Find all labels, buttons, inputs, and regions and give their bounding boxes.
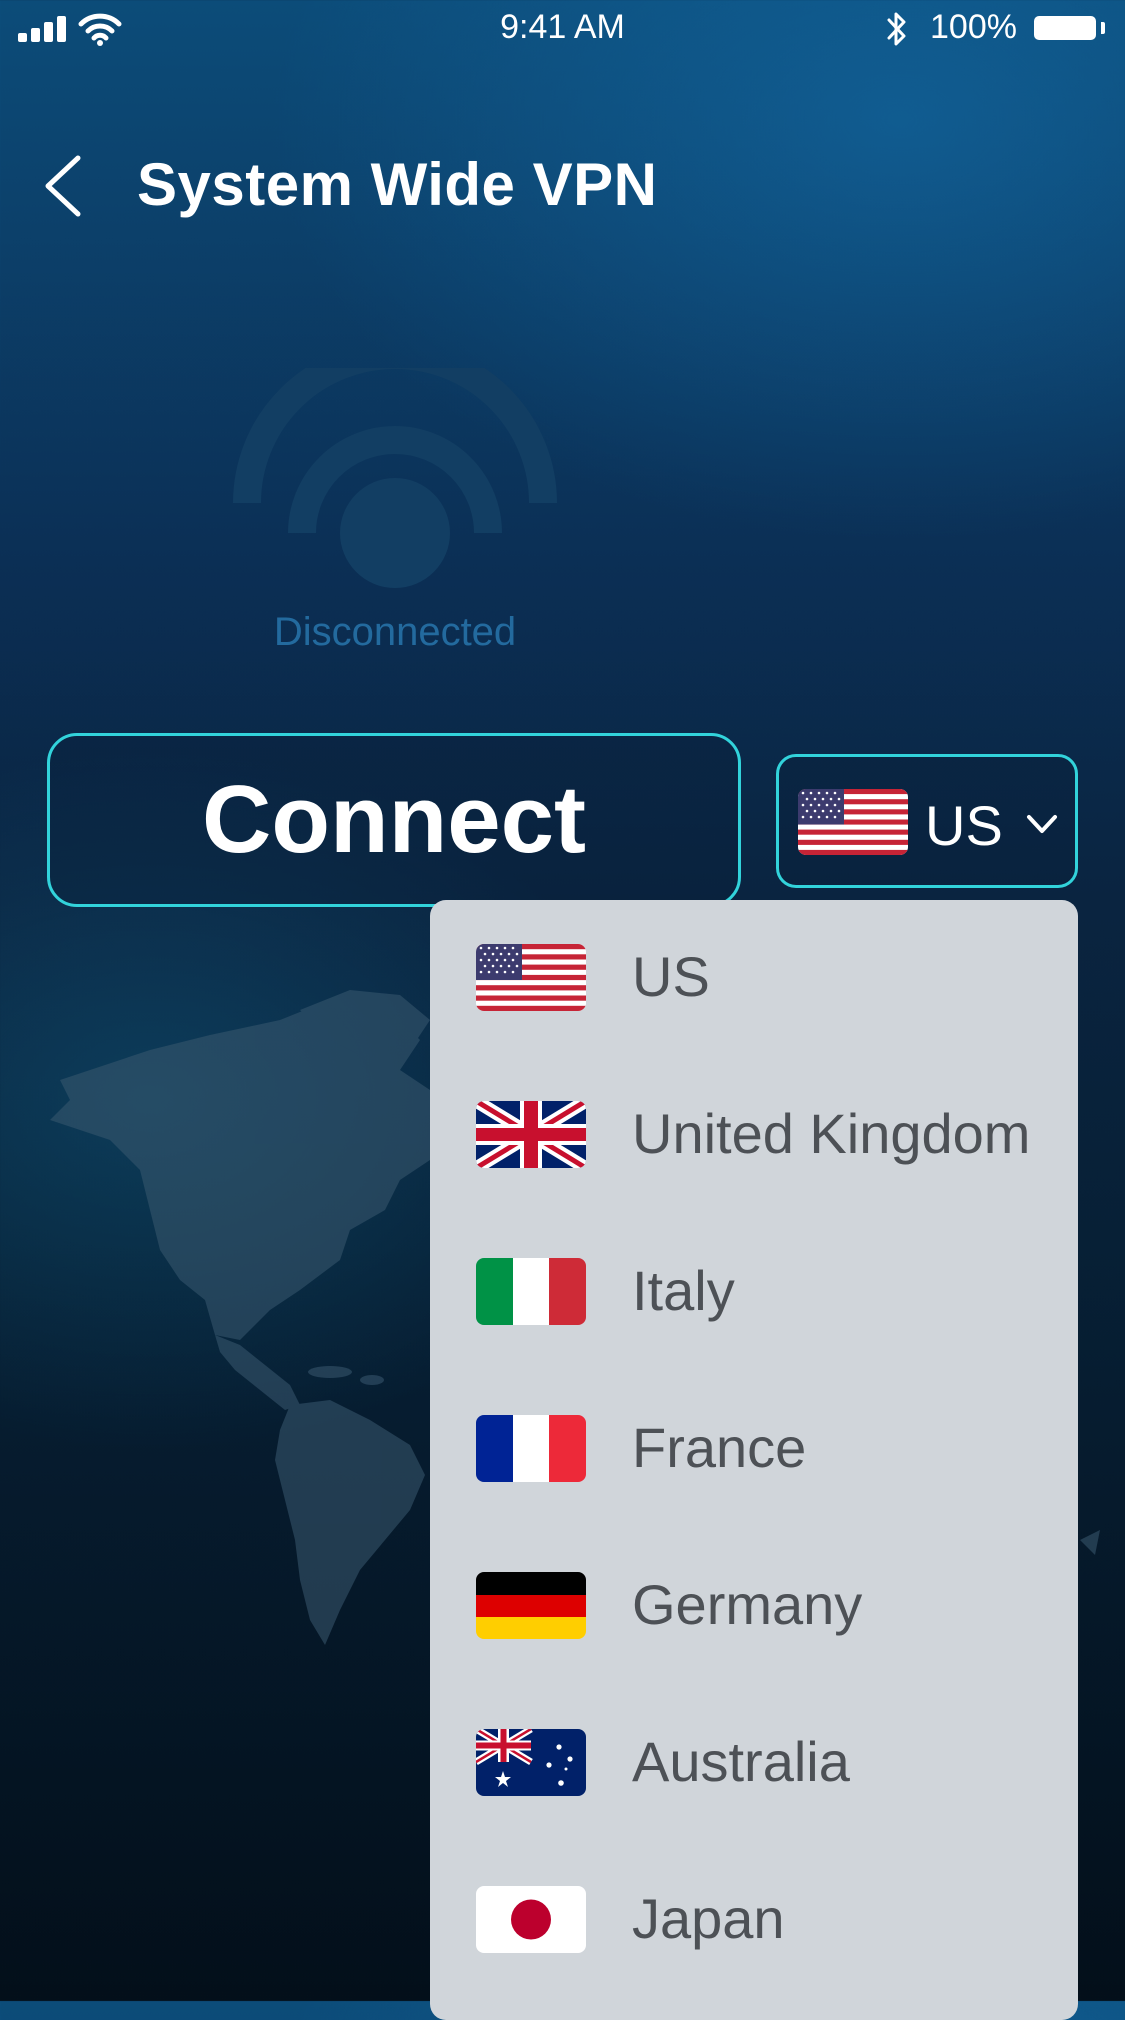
italy-flag-icon: [476, 1258, 586, 1325]
country-option-germany[interactable]: Germany: [430, 1528, 1078, 1685]
japan-flag-icon: [476, 1886, 586, 1953]
uk-flag-icon: [476, 1101, 586, 1168]
country-option-australia[interactable]: Australia: [430, 1685, 1078, 1842]
country-option-label: Germany: [632, 1573, 863, 1636]
back-button[interactable]: [38, 150, 88, 222]
country-option-us[interactable]: US: [430, 900, 1078, 1057]
battery-percent: 100%: [930, 8, 1017, 46]
country-option-label: Japan: [632, 1887, 785, 1950]
country-option-france[interactable]: France: [430, 1371, 1078, 1528]
us-flag-icon: [476, 944, 586, 1011]
country-option-label: US: [632, 945, 710, 1008]
connection-status: Disconnected: [273, 610, 517, 654]
us-flag-icon: [798, 789, 908, 855]
country-option-label: Australia: [632, 1730, 850, 1793]
status-bar: 9:41 AM 100%: [0, 0, 1125, 58]
country-option-japan[interactable]: Japan: [430, 1842, 1078, 1999]
chevron-left-icon: [45, 155, 81, 217]
country-option-united-kingdom[interactable]: United Kingdom: [430, 1057, 1078, 1214]
broadcast-signal-icon: [230, 341, 560, 588]
page-title: System Wide VPN: [137, 151, 658, 218]
country-option-italy[interactable]: Italy: [430, 1214, 1078, 1371]
chevron-down-icon: [1025, 809, 1059, 839]
selected-country-code: US: [925, 794, 1003, 857]
country-option-label: Italy: [632, 1259, 735, 1322]
australia-flag-icon: [476, 1729, 586, 1796]
country-selector[interactable]: US: [776, 754, 1078, 888]
country-dropdown: US United Kingdom Italy France Germany A…: [430, 900, 1078, 2020]
battery-icon: [1034, 16, 1096, 40]
country-option-label: France: [632, 1416, 807, 1479]
bluetooth-icon: [884, 10, 910, 48]
country-option-label: United Kingdom: [632, 1102, 1031, 1165]
germany-flag-icon: [476, 1572, 586, 1639]
battery-tip: [1101, 22, 1105, 34]
connect-button[interactable]: Connect: [47, 733, 741, 907]
france-flag-icon: [476, 1415, 586, 1482]
